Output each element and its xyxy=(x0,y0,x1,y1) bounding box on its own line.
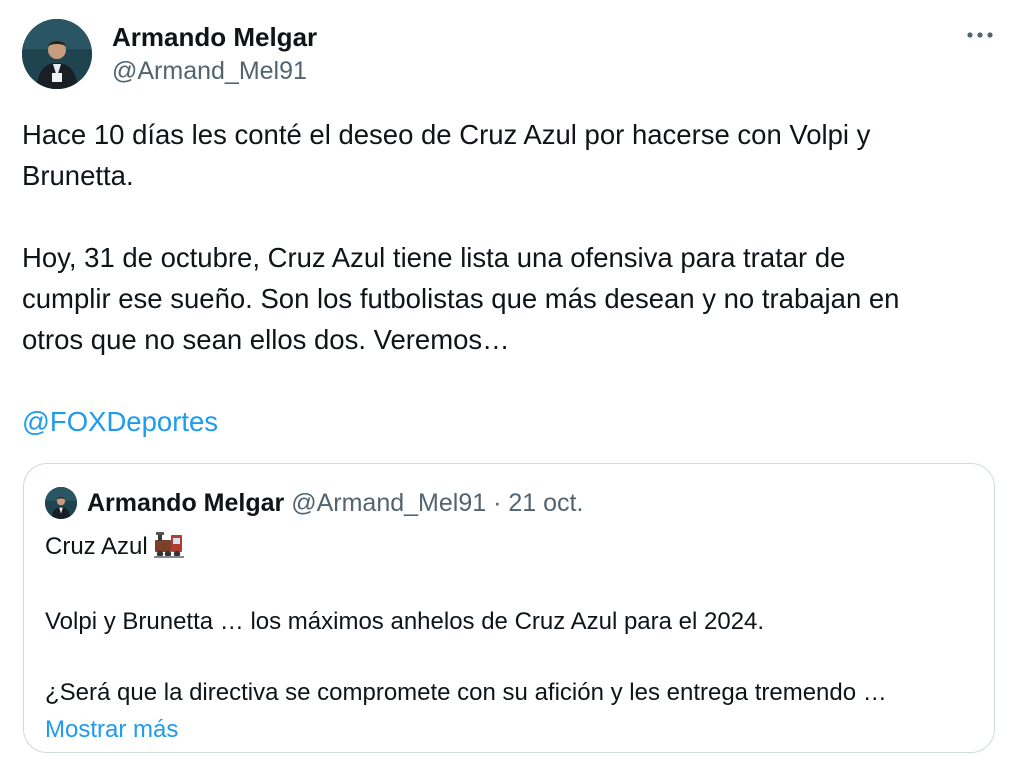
quoted-tweet-card[interactable]: Armando Melgar @Armand_Mel91 · 21 oct. C… xyxy=(23,463,995,753)
quoted-author-avatar[interactable] xyxy=(45,487,77,519)
quoted-author-name[interactable]: Armando Melgar xyxy=(87,489,284,517)
quoted-line: Cruz Azul xyxy=(45,533,148,560)
tweet-line: cumplir ese sueño. Son los futbolistas q… xyxy=(22,283,900,314)
tweet-line: Brunetta. xyxy=(22,160,134,191)
train-emoji-icon xyxy=(153,532,184,569)
tweet-body: Hace 10 días les conté el deseo de Cruz … xyxy=(22,114,997,442)
quoted-blank-line xyxy=(45,569,975,603)
tweet-line: otros que no sean ellos dos. Veremos… xyxy=(22,324,510,355)
tweet-line: Hace 10 días les conté el deseo de Cruz … xyxy=(22,119,871,150)
tweet-blank-line xyxy=(22,196,997,237)
quoted-date[interactable]: 21 oct. xyxy=(508,489,583,517)
quoted-line: ¿Será que la directiva se compromete con… xyxy=(45,679,887,706)
quoted-blank-line xyxy=(45,640,975,674)
tweet-blank-line xyxy=(22,360,997,401)
quoted-author-handle[interactable]: @Armand_Mel91 xyxy=(291,489,486,517)
meta-separator: · xyxy=(493,489,502,517)
mention-link[interactable]: @FOXDeportes xyxy=(22,406,218,437)
more-options-icon[interactable] xyxy=(962,20,1002,50)
show-more-link[interactable]: Mostrar más xyxy=(45,716,178,743)
author-avatar[interactable] xyxy=(22,19,92,89)
author-handle[interactable]: @Armand_Mel91 xyxy=(112,55,307,87)
author-name[interactable]: Armando Melgar xyxy=(112,20,317,54)
tweet-line: Hoy, 31 de octubre, Cruz Azul tiene list… xyxy=(22,242,846,273)
quoted-body: Cruz Azul Volpi y Brunetta … los máximos… xyxy=(45,528,975,748)
quoted-header: Armando Melgar @Armand_Mel91 · 21 oct. xyxy=(87,486,583,520)
quoted-line: Volpi y Brunetta … los máximos anhelos d… xyxy=(45,608,765,635)
